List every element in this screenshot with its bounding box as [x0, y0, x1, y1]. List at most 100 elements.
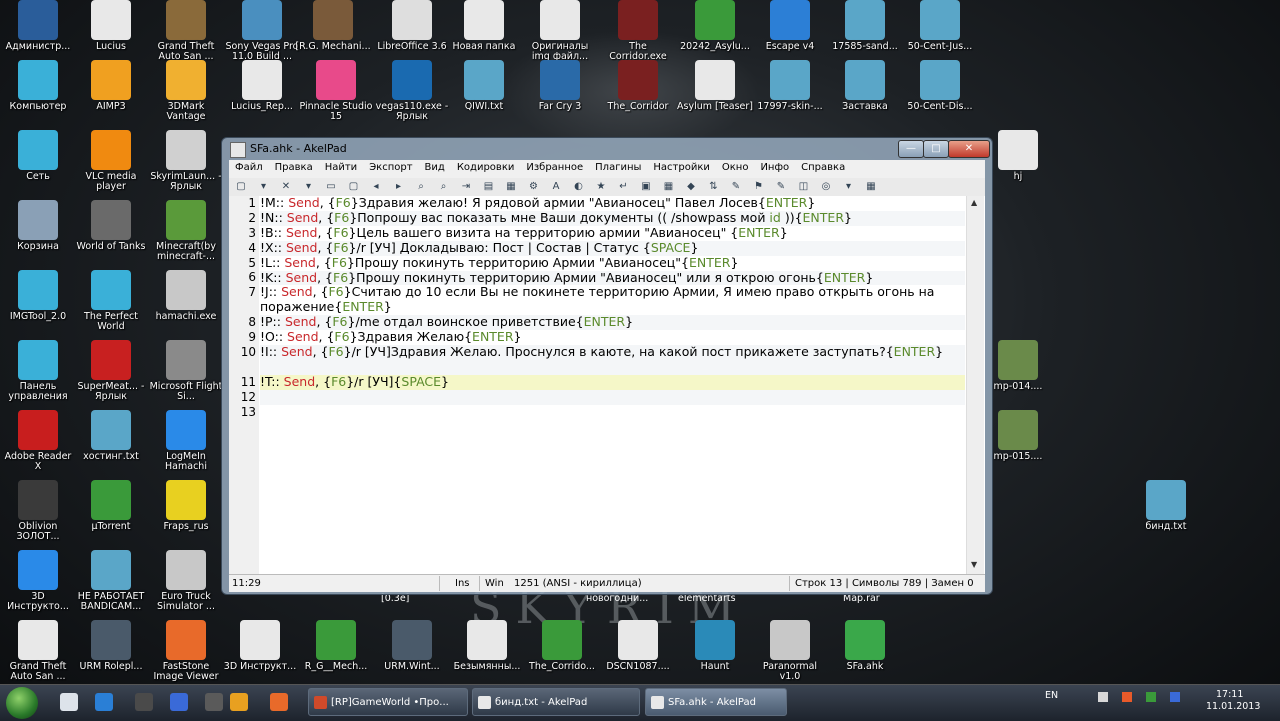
- desktop-icon[interactable]: World of Tanks: [73, 200, 149, 252]
- desktop-icon[interactable]: 20242_Asylu...: [677, 0, 753, 52]
- color-icon[interactable]: ◐: [572, 180, 586, 194]
- desktop-icon[interactable]: Администр...: [0, 0, 76, 52]
- desktop-icon[interactable]: DSCN1087....: [600, 620, 676, 672]
- desktop-icon[interactable]: 3D Инструкт...: [222, 620, 298, 672]
- code-line[interactable]: !N:: Send, {F6}Попрошу вас показать мне …: [260, 210, 965, 226]
- desktop-icon[interactable]: [R.G. Mechani...: [295, 0, 371, 52]
- start-button[interactable]: [6, 687, 38, 719]
- taskbar-task-button[interactable]: бинд.txt - AkelPad: [472, 688, 640, 716]
- desktop-icon[interactable]: 50-Cent-Dis...: [902, 60, 978, 112]
- desktop-icon[interactable]: Escape v4: [752, 0, 828, 52]
- network-icon[interactable]: [1098, 692, 1108, 702]
- scroll-icon[interactable]: ⇅: [707, 180, 721, 194]
- delete-icon[interactable]: ▾: [302, 180, 316, 194]
- desktop-icon[interactable]: Grand Theft Auto San ...: [0, 620, 76, 682]
- desktop-icon[interactable]: Компьютер: [0, 60, 76, 112]
- media-pin-icon[interactable]: [135, 693, 153, 711]
- desktop-icon[interactable]: Новая папка: [446, 0, 522, 52]
- clock-time[interactable]: 17:11: [1216, 689, 1243, 700]
- highlight-icon[interactable]: ◆: [684, 180, 698, 194]
- app-pin-icon[interactable]: [270, 693, 288, 711]
- desktop-icon[interactable]: IMGTool_2.0: [0, 270, 76, 322]
- desktop-icon[interactable]: µTorrent: [73, 480, 149, 532]
- redo-icon[interactable]: ▸: [392, 180, 406, 194]
- desktop-icon[interactable]: бинд.txt: [1128, 480, 1204, 532]
- desktop-icon[interactable]: хостинг.txt: [73, 410, 149, 462]
- desktop-icon[interactable]: URM.Wint...: [374, 620, 450, 672]
- chrome-pin-icon[interactable]: [170, 693, 188, 711]
- print-preview-icon[interactable]: ▦: [504, 180, 518, 194]
- language-indicator[interactable]: EN: [1045, 690, 1058, 701]
- settings-icon[interactable]: ⚙: [527, 180, 541, 194]
- desktop-icon[interactable]: LogMeIn Hamachi: [148, 410, 224, 472]
- clock-date[interactable]: 11.01.2013: [1206, 701, 1260, 712]
- game-pin-icon[interactable]: [205, 693, 223, 711]
- bookmark-icon[interactable]: ⚑: [752, 180, 766, 194]
- desktop-icon[interactable]: SFa.ahk: [827, 620, 903, 672]
- pen-icon[interactable]: ✎: [774, 180, 788, 194]
- desktop-icon[interactable]: The Corridor.exe: [600, 0, 676, 62]
- aimp-pin-icon[interactable]: [230, 693, 248, 711]
- desktop-icon[interactable]: Far Cry 3: [522, 60, 598, 112]
- new-file-icon[interactable]: ▢: [234, 180, 248, 194]
- code-line[interactable]: !O:: Send, {F6}Здравия Желаю{ENTER}: [260, 329, 965, 345]
- desktop-icon[interactable]: Microsoft Flight Si...: [148, 340, 224, 402]
- desktop-icon[interactable]: Asylum [Teaser]: [677, 60, 753, 112]
- code-line[interactable]: !X:: Send, {F6}/r [УЧ] Докладываю: Пост …: [260, 240, 965, 256]
- desktop-icon[interactable]: SuperMeat... - Ярлык: [73, 340, 149, 402]
- codepage[interactable]: 1251 (ANSI - кириллица): [514, 578, 642, 589]
- minimize-button[interactable]: —: [898, 140, 924, 158]
- menu-item[interactable]: Инфо: [754, 160, 795, 175]
- desktop-icon[interactable]: Корзина: [0, 200, 76, 252]
- maximize-button[interactable]: □: [923, 140, 949, 158]
- menu-item[interactable]: Окно: [716, 160, 755, 175]
- desktop-icon[interactable]: Sony Vegas Pro 11.0 Build ...: [224, 0, 300, 62]
- copy-icon[interactable]: ▭: [324, 180, 338, 194]
- desktop-icon[interactable]: Euro Truck Simulator ...: [148, 550, 224, 612]
- code-line[interactable]: [260, 405, 965, 420]
- ie-pin-icon[interactable]: [95, 693, 113, 711]
- menu-item[interactable]: Плагины: [589, 160, 647, 175]
- desktop-icon[interactable]: Безымянны...: [449, 620, 525, 672]
- volume-icon[interactable]: [1122, 692, 1132, 702]
- brush-icon[interactable]: ✎: [729, 180, 743, 194]
- desktop-icon[interactable]: 3DMark Vantage: [148, 60, 224, 122]
- vertical-scrollbar[interactable]: ▲ ▼: [966, 196, 984, 574]
- undo-icon[interactable]: ◂: [369, 180, 383, 194]
- desktop-icon[interactable]: LibreOffice 3.6: [374, 0, 450, 52]
- desktop-icon[interactable]: VLC media player: [73, 130, 149, 192]
- desktop-icon[interactable]: vegas110.exe - Ярлык: [374, 60, 450, 122]
- desktop-icon[interactable]: 17585-sand...: [827, 0, 903, 52]
- desktop-icon[interactable]: R_G__Mech...: [298, 620, 374, 672]
- cut-icon[interactable]: ✕: [279, 180, 293, 194]
- desktop-icon[interactable]: Lucius_Rep...: [224, 60, 300, 112]
- code-line[interactable]: !P:: Send, {F6}/me отдал воинское привет…: [260, 314, 965, 331]
- print-icon[interactable]: ▤: [482, 180, 496, 194]
- paste-icon[interactable]: ▢: [347, 180, 361, 194]
- replace-icon[interactable]: ⌕: [437, 180, 451, 194]
- desktop-icon[interactable]: Lucius: [73, 0, 149, 52]
- desktop-icon[interactable]: Pinnacle Studio 15: [298, 60, 374, 122]
- font-icon[interactable]: A: [549, 180, 563, 194]
- desktop-icon[interactable]: The_Corrido...: [524, 620, 600, 672]
- plugin-icon[interactable]: ▣: [639, 180, 653, 194]
- mark-icon[interactable]: ★: [594, 180, 608, 194]
- menu-item[interactable]: Файл: [229, 160, 269, 175]
- menu-item[interactable]: Кодировки: [451, 160, 521, 175]
- close-button[interactable]: ✕: [948, 140, 990, 158]
- desktop-icon[interactable]: Haunt: [677, 620, 753, 672]
- title-bar[interactable]: SFa.ahk - AkelPad — □ ✕: [222, 138, 992, 160]
- desktop-icon[interactable]: SkyrimLaun... - Ярлык: [148, 130, 224, 192]
- desktop-icon[interactable]: Оригиналы img файл...: [522, 0, 598, 62]
- desktop-icon[interactable]: FastStone Image Viewer: [148, 620, 224, 682]
- table-icon[interactable]: ▦: [662, 180, 676, 194]
- taskbar-task-button[interactable]: SFa.ahk - AkelPad: [645, 688, 787, 716]
- code-line[interactable]: !B:: Send, {F6}Цель вашего визита на тер…: [260, 225, 965, 241]
- desktop-icon[interactable]: The Perfect World: [73, 270, 149, 332]
- arrow-icon[interactable]: ▾: [842, 180, 856, 194]
- desktop-icon[interactable]: 3D Инструкто...: [0, 550, 76, 612]
- taskbar-task-button[interactable]: [RP]GameWorld •Про...: [308, 688, 468, 716]
- desktop-icon[interactable]: Adobe Reader X: [0, 410, 76, 472]
- grid-icon[interactable]: ▦: [864, 180, 878, 194]
- desktop-icon[interactable]: hamachi.exe: [148, 270, 224, 322]
